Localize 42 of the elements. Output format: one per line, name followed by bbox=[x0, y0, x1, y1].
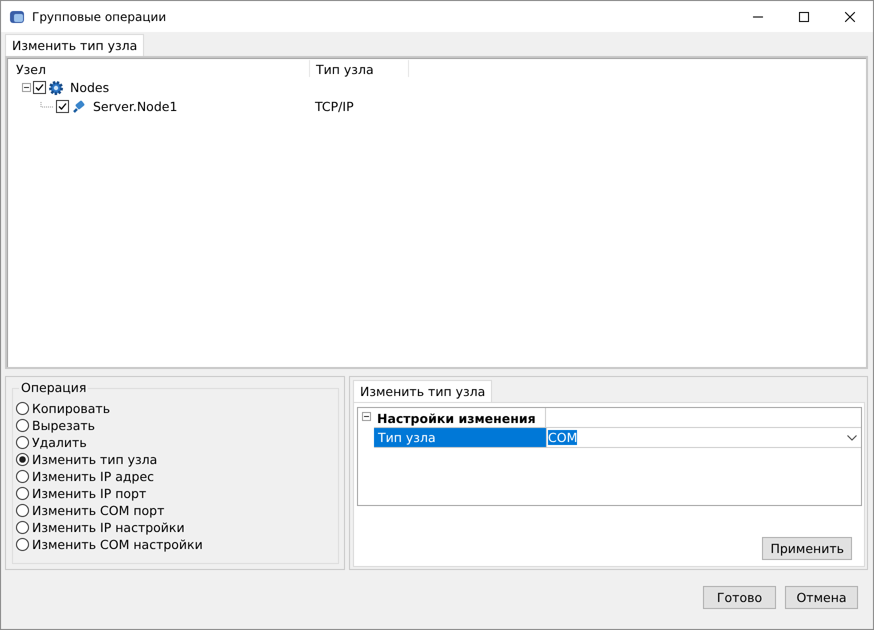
radio-button[interactable] bbox=[16, 470, 29, 483]
radio-button[interactable] bbox=[16, 504, 29, 517]
radio-label[interactable]: Вырезать bbox=[32, 418, 96, 433]
tab[interactable]: Изменить тип узла bbox=[353, 380, 492, 402]
radio-button[interactable] bbox=[16, 402, 29, 415]
collapse-icon[interactable] bbox=[362, 412, 370, 421]
maximize-icon bbox=[799, 12, 809, 22]
property-name[interactable]: Тип узла bbox=[374, 428, 547, 448]
radio-label[interactable]: Изменить COM настройки bbox=[32, 537, 203, 552]
radio-button[interactable] bbox=[16, 521, 29, 534]
radio-label[interactable]: Изменить IP порт bbox=[32, 486, 146, 501]
checkbox[interactable] bbox=[33, 81, 46, 94]
collapse-icon[interactable] bbox=[22, 83, 31, 92]
value-dropdown[interactable]: COM bbox=[547, 428, 861, 448]
radio-button[interactable] bbox=[16, 436, 29, 449]
radio-label[interactable]: Изменить IP адрес bbox=[32, 469, 154, 484]
radio-button[interactable] bbox=[16, 419, 29, 432]
checkbox[interactable] bbox=[56, 100, 69, 113]
chevron-down-icon bbox=[847, 434, 857, 440]
window-title: Групповые операции bbox=[32, 10, 166, 24]
tree-item[interactable]: Nodes bbox=[70, 80, 110, 95]
tree-item[interactable]: Server.Node1 bbox=[93, 99, 178, 114]
group-title: Операция bbox=[19, 380, 88, 395]
done-button[interactable]: Готово bbox=[703, 586, 776, 609]
radio-button[interactable] bbox=[16, 453, 29, 466]
radio-label[interactable]: Удалить bbox=[32, 435, 87, 450]
connector-icon bbox=[71, 98, 87, 114]
column-header[interactable]: Узел bbox=[10, 60, 310, 77]
radio-label[interactable]: Изменить IP настройки bbox=[32, 520, 185, 535]
radio-label[interactable]: Копировать bbox=[32, 401, 110, 416]
cancel-button[interactable]: Отмена bbox=[785, 586, 858, 609]
app-icon bbox=[9, 8, 25, 24]
radio-button[interactable] bbox=[16, 538, 29, 551]
radio-label[interactable]: Изменить тип узла bbox=[32, 452, 158, 467]
node-type: TCP/IP bbox=[315, 99, 354, 114]
radio-button[interactable] bbox=[16, 487, 29, 500]
apply-button[interactable]: Применить bbox=[762, 537, 852, 560]
radio-label[interactable]: Изменить COM порт bbox=[32, 503, 164, 518]
tab[interactable]: Изменить тип узла bbox=[5, 34, 144, 56]
gear-icon bbox=[48, 80, 64, 96]
close-icon bbox=[845, 12, 855, 22]
column-header[interactable]: Тип узла bbox=[310, 60, 409, 77]
